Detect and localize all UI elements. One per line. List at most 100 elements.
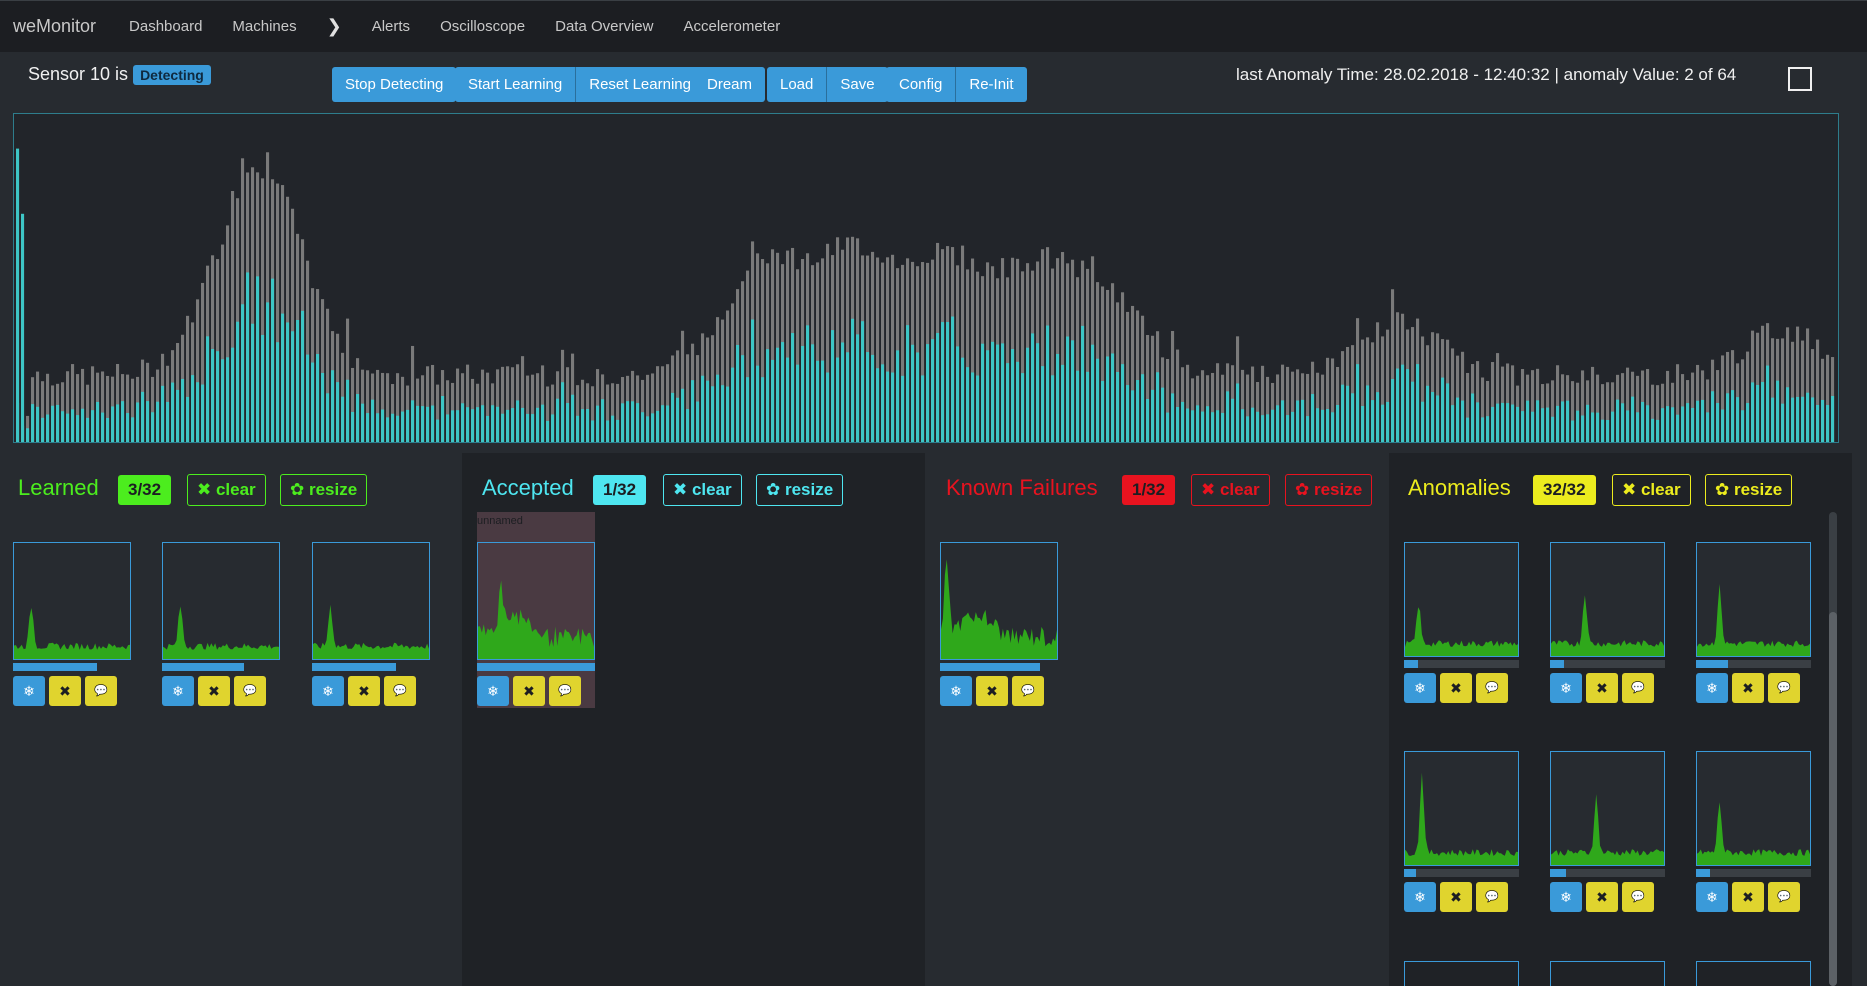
comment-icon[interactable]: 💬 xyxy=(1622,882,1654,912)
spectrum-bar-cyan xyxy=(216,351,220,442)
spectrum-bar-cyan xyxy=(181,378,185,442)
known-failures-clear-button[interactable]: ✖ clear xyxy=(1191,474,1270,506)
start-learning-button[interactable]: Start Learning xyxy=(455,67,577,102)
chevron-right-icon[interactable]: ❯ xyxy=(312,16,357,37)
spectrum-thumbnail[interactable]: ❄ ✖ 💬 xyxy=(1550,542,1670,703)
snowflake-icon[interactable]: ❄ xyxy=(1696,673,1728,703)
spectrum-bar-cyan xyxy=(471,409,475,442)
spectrum-thumbnail[interactable]: ❄ ✖ 💬 xyxy=(1550,751,1670,912)
snowflake-icon[interactable]: ❄ xyxy=(1550,882,1582,912)
close-icon[interactable]: ✖ xyxy=(348,676,380,706)
close-icon[interactable]: ✖ xyxy=(976,676,1008,706)
close-icon[interactable]: ✖ xyxy=(1586,673,1618,703)
spectrum-thumbnail[interactable]: ❄ ✖ 💬 xyxy=(1404,751,1524,912)
close-icon[interactable]: ✖ xyxy=(1440,882,1472,912)
thumb-spectrum xyxy=(162,542,280,660)
spectrum-bar-cyan xyxy=(1621,403,1625,442)
spectrum-bar-cyan xyxy=(161,385,165,442)
accepted-clear-button[interactable]: ✖ clear xyxy=(663,474,742,506)
close-icon[interactable]: ✖ xyxy=(49,676,81,706)
snowflake-icon[interactable]: ❄ xyxy=(162,676,194,706)
spectrum-bar-cyan xyxy=(276,342,280,442)
spectrum-bar-cyan xyxy=(1716,403,1720,442)
spectrum-bar-cyan xyxy=(376,413,380,442)
spectrum-thumbnail[interactable]: ❄ ✖ 💬 xyxy=(1696,542,1816,703)
spectrum-bar-cyan xyxy=(1811,397,1815,442)
nav-dashboard[interactable]: Dashboard xyxy=(114,18,217,35)
dream-group: Dream xyxy=(694,67,766,102)
comment-icon[interactable]: 💬 xyxy=(1476,673,1508,703)
learned-resize-button[interactable]: ✿ resize xyxy=(280,474,368,506)
close-icon[interactable]: ✖ xyxy=(513,676,545,706)
comment-icon[interactable]: 💬 xyxy=(234,676,266,706)
comment-icon[interactable]: 💬 xyxy=(1768,673,1800,703)
close-icon[interactable]: ✖ xyxy=(1440,673,1472,703)
spectrum-thumbnail[interactable]: ❄ ✖ 💬 xyxy=(1696,751,1816,912)
anomalies-scrollbar-thumb[interactable] xyxy=(1829,612,1837,986)
spectrum-bar-cyan xyxy=(1496,403,1500,442)
nav-oscilloscope[interactable]: Oscilloscope xyxy=(425,18,540,35)
spectrum-bar-cyan xyxy=(596,405,600,442)
spectrum-bar-cyan xyxy=(1081,325,1085,442)
snowflake-icon[interactable]: ❄ xyxy=(312,676,344,706)
snowflake-icon[interactable]: ❄ xyxy=(1696,882,1728,912)
snowflake-icon[interactable]: ❄ xyxy=(940,676,972,706)
comment-icon[interactable]: 💬 xyxy=(1622,673,1654,703)
stop-detecting-button[interactable]: Stop Detecting xyxy=(332,67,457,102)
anomalies-clear-button[interactable]: ✖ clear xyxy=(1612,474,1691,506)
close-icon[interactable]: ✖ xyxy=(1732,882,1764,912)
spectrum-thumbnail[interactable]: ❄ ✖ 💬 xyxy=(162,542,282,706)
anomaly-checkbox[interactable] xyxy=(1788,67,1812,91)
accepted-resize-button[interactable]: ✿ resize xyxy=(756,474,844,506)
close-icon[interactable]: ✖ xyxy=(1586,882,1618,912)
spectrum-bar-cyan xyxy=(56,404,60,442)
nav-data-overview[interactable]: Data Overview xyxy=(540,18,668,35)
load-button[interactable]: Load xyxy=(767,67,828,102)
reinit-button[interactable]: Re-Init xyxy=(956,67,1027,102)
nav-alerts[interactable]: Alerts xyxy=(357,18,425,35)
spectrum-bar-cyan xyxy=(66,413,70,442)
spectrum-bar-cyan xyxy=(1431,392,1435,442)
snowflake-icon[interactable]: ❄ xyxy=(1404,673,1436,703)
spectrum-thumbnail[interactable]: ❄ ✖ 💬 xyxy=(940,542,1060,706)
comment-icon[interactable]: 💬 xyxy=(85,676,117,706)
spectrum-thumbnail[interactable]: ❄ ✖ 💬 xyxy=(1404,542,1524,703)
spectrum-bar-cyan xyxy=(861,321,865,442)
comment-icon[interactable]: 💬 xyxy=(549,676,581,706)
comment-icon[interactable]: 💬 xyxy=(1476,882,1508,912)
spectrum-thumbnail[interactable]: ❄ ✖ 💬 xyxy=(312,542,432,706)
spectrum-thumbnail[interactable]: ❄ ✖ 💬 xyxy=(13,542,133,706)
dream-button[interactable]: Dream xyxy=(694,67,766,102)
comment-icon[interactable]: 💬 xyxy=(1012,676,1044,706)
snowflake-icon[interactable]: ❄ xyxy=(1404,882,1436,912)
spectrum-bar-cyan xyxy=(486,415,490,442)
spectrum-bar-cyan xyxy=(1226,391,1230,442)
config-button[interactable]: Config xyxy=(886,67,957,102)
reset-learning-button[interactable]: Reset Learning xyxy=(576,67,704,102)
brand-logo[interactable]: weMonitor xyxy=(13,16,96,37)
spectrum-thumbnail[interactable]: unnamed ❄ ✖ 💬 xyxy=(477,512,597,708)
known-failures-resize-button[interactable]: ✿ resize xyxy=(1285,474,1373,506)
spectrum-bar-cyan xyxy=(311,362,315,442)
thumb-spectrum xyxy=(1404,751,1519,866)
spectrum-bar-cyan xyxy=(286,322,290,442)
nav-accelerometer[interactable]: Accelerometer xyxy=(668,18,795,35)
close-icon[interactable]: ✖ xyxy=(198,676,230,706)
anomalies-resize-button[interactable]: ✿ resize xyxy=(1705,474,1793,506)
spectrum-bar-cyan xyxy=(141,391,145,442)
comment-icon[interactable]: 💬 xyxy=(1768,882,1800,912)
anomalies-count-badge: 32/32 xyxy=(1533,475,1596,505)
nav-machines[interactable]: Machines xyxy=(217,18,311,35)
learning-group: Start Learning Reset Learning xyxy=(455,67,704,102)
close-icon[interactable]: ✖ xyxy=(1732,673,1764,703)
snowflake-icon[interactable]: ❄ xyxy=(477,676,509,706)
save-button[interactable]: Save xyxy=(827,67,888,102)
snowflake-icon[interactable]: ❄ xyxy=(13,676,45,706)
spectrum-bar-cyan xyxy=(726,386,730,442)
snowflake-icon[interactable]: ❄ xyxy=(1550,673,1582,703)
comment-icon[interactable]: 💬 xyxy=(384,676,416,706)
learned-clear-button[interactable]: ✖ clear xyxy=(187,474,266,506)
spectrum-bar-cyan xyxy=(1666,406,1670,442)
spectrum-bar-cyan xyxy=(1386,401,1390,442)
spectrum-bar-cyan xyxy=(1281,400,1285,442)
